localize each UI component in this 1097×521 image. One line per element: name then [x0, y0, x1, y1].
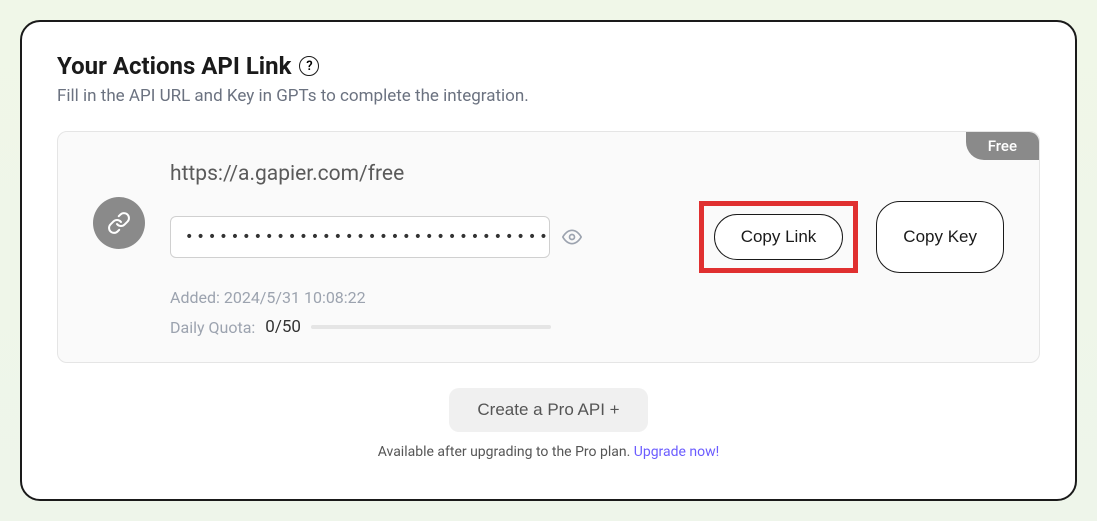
- copy-link-button[interactable]: Copy Link: [714, 214, 844, 260]
- added-timestamp: Added: 2024/5/31 10:08:22: [170, 288, 1004, 307]
- api-key-field[interactable]: ••••••••••••••••••••••••••••••••••••••••…: [170, 216, 550, 258]
- api-url: https://a.gapier.com/free: [170, 162, 1004, 186]
- quota-progress-bar: [311, 325, 551, 329]
- quota-label: Daily Quota:: [170, 318, 255, 337]
- create-pro-api-button[interactable]: Create a Pro API +: [449, 388, 647, 432]
- upgrade-text: Available after upgrading to the Pro pla…: [57, 444, 1040, 460]
- link-icon: [93, 197, 145, 249]
- main-card: Your Actions API Link ? Fill in the API …: [20, 20, 1077, 501]
- subtitle: Fill in the API URL and Key in GPTs to c…: [57, 86, 1040, 106]
- title-row: Your Actions API Link ?: [57, 52, 1040, 80]
- api-box: Free https://a.gapier.com/free •••••••••…: [57, 131, 1040, 363]
- api-details: https://a.gapier.com/free ••••••••••••••…: [170, 162, 1004, 337]
- copy-key-button[interactable]: Copy Key: [876, 201, 1004, 273]
- page-title: Your Actions API Link: [57, 52, 291, 80]
- key-row: ••••••••••••••••••••••••••••••••••••••••…: [170, 201, 1004, 273]
- buttons-group: Copy Link Copy Key: [699, 201, 1004, 273]
- tier-badge: Free: [966, 132, 1039, 160]
- bottom-section: Create a Pro API + Available after upgra…: [57, 388, 1040, 460]
- upgrade-text-label: Available after upgrading to the Pro pla…: [378, 444, 634, 460]
- header: Your Actions API Link ? Fill in the API …: [57, 52, 1040, 106]
- eye-icon[interactable]: [562, 227, 582, 247]
- help-icon[interactable]: ?: [299, 56, 319, 76]
- quota-row: Daily Quota: 0/50: [170, 317, 1004, 337]
- quota-value: 0/50: [265, 317, 301, 337]
- upgrade-link[interactable]: Upgrade now!: [634, 444, 720, 460]
- api-content: https://a.gapier.com/free ••••••••••••••…: [93, 162, 1004, 337]
- highlight-box: Copy Link: [699, 201, 859, 273]
